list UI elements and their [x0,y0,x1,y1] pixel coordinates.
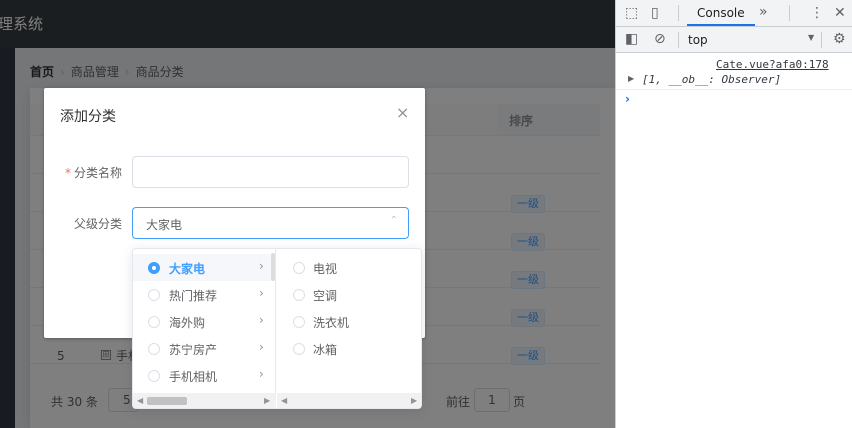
parent-category-label: 父级分类 [73,217,122,231]
inspect-element-icon[interactable]: ⬚ [625,5,638,21]
radio-icon[interactable] [148,343,160,355]
cascader-menu-level2: 电视 空调 洗衣机 冰箱 [277,249,421,393]
cascader-item-ac[interactable]: 空调 [277,281,421,308]
devtools-tab-bar: ⬚ ▯ Console » ⋮ ✕ [616,0,852,27]
chevron-right-icon: › [259,367,264,381]
more-tabs-icon[interactable]: » [759,4,768,20]
vertical-scrollbar[interactable] [271,253,275,281]
scroll-right-icon[interactable]: ▶ [264,396,270,405]
tab-console[interactable]: Console [687,0,755,26]
category-name-label: * 分类名称 [50,164,122,181]
radio-icon[interactable] [148,289,160,301]
cascader-item-washer[interactable]: 洗衣机 [277,308,421,335]
console-toolbar: ◧ ⊘ top ▼ ⚙ [616,27,852,53]
caret-down-icon: ▼ [808,33,815,42]
cascader-item-appliances[interactable]: 大家电 › [133,254,275,281]
toolbar-divider [678,5,679,21]
cascader-item-label: 海外购 [169,316,206,330]
cascader-item-label: 苏宁房产 [169,343,218,357]
chevron-right-icon: › [259,340,264,354]
cascader-item-label: 手机相机 [169,370,218,384]
chevron-right-icon: › [259,313,264,327]
chevron-right-icon: › [259,259,264,273]
chevron-right-icon: › [259,286,264,300]
toolbar-divider [678,32,679,48]
radio-icon[interactable] [293,343,305,355]
context-selector[interactable]: top [688,33,708,47]
scroll-left-icon[interactable]: ◀ [137,396,143,405]
parent-category-value: 大家电 [146,218,183,232]
cascader-item-realestate[interactable]: 苏宁房产 › [133,335,275,362]
category-name-label-text: 分类名称 [73,166,122,180]
cascader-item-label: 热门推荐 [169,289,218,303]
sidebar-toggle-icon[interactable]: ◧ [625,31,638,47]
clear-console-icon[interactable]: ⊘ [654,31,666,47]
dialog-title: 添加分类 [60,109,116,125]
cascader-item-label: 电视 [313,262,338,276]
devtools-panel: ⬚ ▯ Console » ⋮ ✕ ◧ ⊘ top ▼ ⚙ Cate.vue?a… [615,0,852,428]
horizontal-scrollbar[interactable]: ◀ ▶ [133,393,276,408]
cascader-item-tv[interactable]: 电视 [277,254,421,281]
toolbar-divider [821,32,822,48]
expand-triangle-icon[interactable]: ▶ [628,74,634,83]
cascader-item-phones[interactable]: 手机相机 › [133,362,275,389]
radio-icon[interactable] [148,262,160,274]
cascader-item-label: 洗衣机 [313,316,350,330]
radio-icon[interactable] [293,289,305,301]
horizontal-scrollbar[interactable]: ◀ ▶ [277,393,421,408]
cascader-item-label: 冰箱 [313,343,338,357]
chevron-up-icon: ⌃ [389,215,398,226]
source-link[interactable]: Cate.vue?afa0:178 [716,58,829,71]
kebab-menu-icon[interactable]: ⋮ [810,5,824,21]
radio-icon[interactable] [148,370,160,382]
cascader-menu-level1: 大家电 › 热门推荐 › 海外购 › 苏宁房产 › 手机相机 › [133,249,276,393]
scroll-right-icon[interactable]: ▶ [411,396,417,405]
cascader-item-label: 空调 [313,289,338,303]
app-area: 理系统 首页›商品管理›商品分类 排序 一级 一级 一级 一级 一级 5 ⊞ 手… [0,0,615,428]
toolbar-divider [789,5,790,21]
cascader-item-overseas[interactable]: 海外购 › [133,308,275,335]
scrollbar-thumb[interactable] [147,397,187,405]
radio-icon[interactable] [293,262,305,274]
gear-icon[interactable]: ⚙ [833,31,846,47]
close-icon[interactable]: ✕ [834,5,846,21]
radio-icon[interactable] [148,316,160,328]
cascader-item-hot[interactable]: 热门推荐 › [133,281,275,308]
device-toolbar-icon[interactable]: ▯ [651,5,659,21]
required-mark: * [64,166,71,180]
close-icon[interactable]: × [396,103,409,122]
console-log-entry[interactable]: [1, __ob__: Observer] [642,73,781,86]
cascader-item-fridge[interactable]: 冰箱 [277,335,421,362]
cascader-dropdown: 大家电 › 热门推荐 › 海外购 › 苏宁房产 › 手机相机 › 电视 空调 洗… [132,248,422,409]
scroll-left-icon[interactable]: ◀ [281,396,287,405]
category-name-input[interactable] [132,156,409,188]
console-prompt[interactable]: › [625,92,630,106]
radio-icon[interactable] [293,316,305,328]
cascader-item-label: 大家电 [169,262,206,276]
parent-category-cascader[interactable]: 大家电 ⌃ [132,207,409,239]
console-divider [616,89,852,90]
